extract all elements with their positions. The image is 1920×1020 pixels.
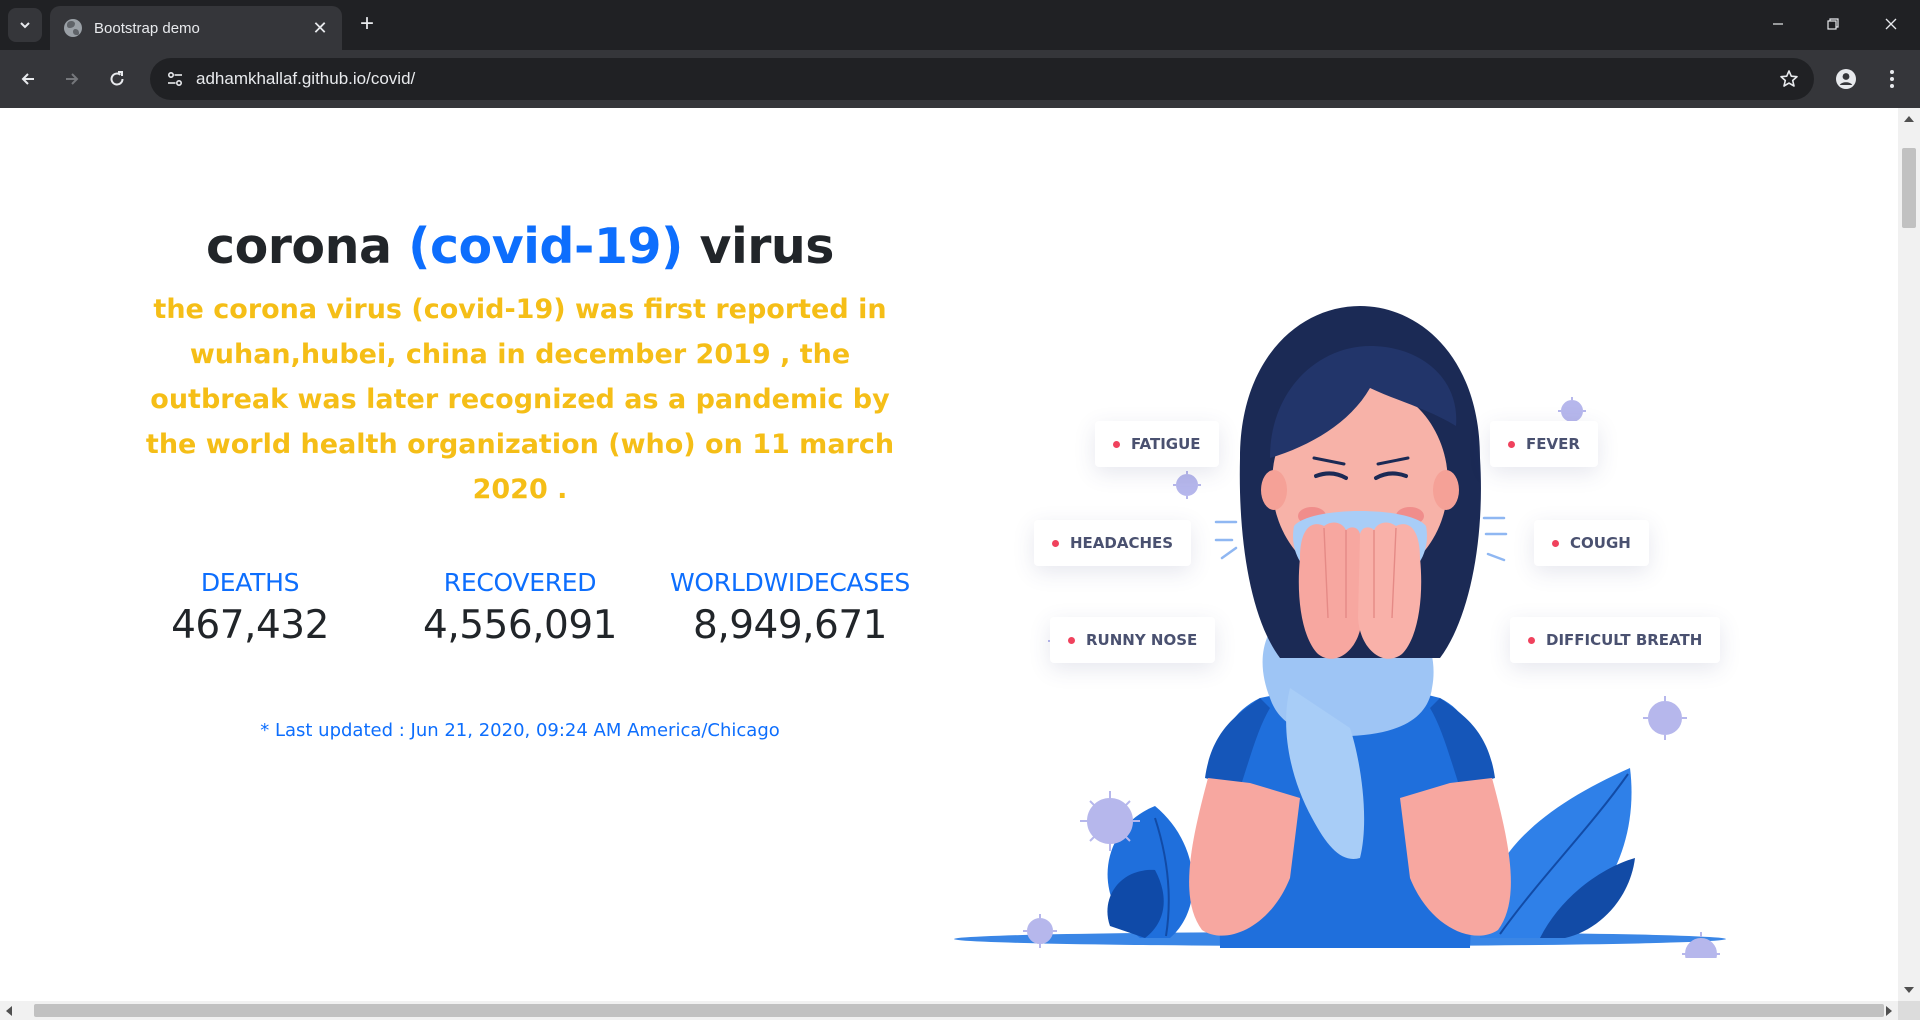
close-window-button[interactable] xyxy=(1871,8,1911,40)
tune-icon xyxy=(167,71,183,87)
title-accent: (covid-19) xyxy=(408,218,683,275)
stat-label: WORLDWIDECASES xyxy=(670,568,910,597)
symptom-label: HEADACHES xyxy=(1070,534,1174,552)
stats-row: DEATHS 467,432 RECOVERED 4,556,091 WORLD… xyxy=(110,568,930,648)
scroll-right-arrow-icon[interactable] xyxy=(1886,1006,1892,1016)
horizontal-scroll-thumb[interactable] xyxy=(34,1004,1884,1017)
symptom-tag-runny-nose: RUNNY NOSE xyxy=(1050,617,1216,663)
scroll-up-arrow-icon[interactable] xyxy=(1904,116,1914,122)
title-part-2: virus xyxy=(682,218,834,275)
browser-toolbar: adhamkhallaf.github.io/covid/ xyxy=(0,50,1920,108)
tab-search-button[interactable] xyxy=(8,8,42,42)
stat-worldwide-cases: WORLDWIDECASES 8,949,671 xyxy=(660,568,920,648)
account-icon xyxy=(1836,69,1856,89)
page-title: corona (covid-19) virus xyxy=(110,218,930,275)
bullet-dot-icon xyxy=(1552,539,1559,547)
scroll-down-arrow-icon[interactable] xyxy=(1904,987,1914,993)
back-button[interactable] xyxy=(12,63,44,95)
stat-label: DEATHS xyxy=(200,568,300,597)
stat-value: 8,949,671 xyxy=(693,603,888,648)
symptom-tag-difficult-breath: DIFFICULT BREATH xyxy=(1510,617,1721,663)
symptom-tag-cough: COUGH xyxy=(1534,520,1649,566)
intro-paragraph: the corona virus (covid-19) was first re… xyxy=(145,294,895,505)
reload-button[interactable] xyxy=(101,63,133,95)
bullet-dot-icon xyxy=(1052,539,1059,547)
stat-value: 4,556,091 xyxy=(423,603,618,648)
title-part-1: corona xyxy=(206,218,409,275)
restore-icon xyxy=(1827,18,1839,30)
arrow-right-icon xyxy=(66,73,79,85)
bullet-dot-icon xyxy=(1528,636,1535,644)
tab-title: Bootstrap demo xyxy=(94,19,200,37)
stat-value: 467,432 xyxy=(171,603,329,648)
last-updated-text: * Last updated : Jun 21, 2020, 09:24 AM … xyxy=(260,720,780,741)
scroll-left-arrow-icon[interactable] xyxy=(6,1006,12,1016)
covid-symptoms-illustration: FATIGUE HEADACHES RUNNY NOSE FEVER COUGH… xyxy=(940,258,1760,958)
bookmark-button[interactable] xyxy=(1776,66,1802,92)
stat-recovered: RECOVERED 4,556,091 xyxy=(390,568,650,648)
address-bar[interactable]: adhamkhallaf.github.io/covid/ xyxy=(150,58,1814,100)
close-icon xyxy=(1885,18,1897,30)
symptom-tag-headaches: HEADACHES xyxy=(1034,520,1192,566)
symptom-label: FEVER xyxy=(1526,435,1580,453)
star-icon xyxy=(1780,70,1798,87)
browser-menu-button[interactable] xyxy=(1878,63,1906,95)
tab-bar: Bootstrap demo ✕ + xyxy=(0,0,1920,50)
scrollbar-corner xyxy=(1898,1001,1920,1020)
globe-icon xyxy=(64,19,82,37)
restore-button[interactable] xyxy=(1813,8,1853,40)
page-viewport: corona (covid-19) virus the corona virus… xyxy=(0,108,1898,1001)
symptom-tag-fatigue: FATIGUE xyxy=(1095,421,1219,467)
new-tab-button[interactable]: + xyxy=(354,12,380,38)
symptom-label: FATIGUE xyxy=(1131,435,1201,453)
forward-button[interactable] xyxy=(56,63,88,95)
sick-woman-illustration xyxy=(954,306,1726,958)
symptom-tag-fever: FEVER xyxy=(1490,421,1598,467)
minimize-icon xyxy=(1773,23,1783,25)
minimize-button[interactable] xyxy=(1758,8,1798,40)
close-tab-icon[interactable]: ✕ xyxy=(310,18,330,39)
horizontal-scrollbar[interactable] xyxy=(0,1001,1898,1020)
bullet-dot-icon xyxy=(1508,440,1515,448)
bullet-dot-icon xyxy=(1113,440,1120,448)
more-vert-icon xyxy=(1890,70,1894,88)
reload-icon xyxy=(110,71,124,86)
stat-deaths: DEATHS 467,432 xyxy=(120,568,380,648)
hero-text-section: corona (covid-19) virus the corona virus… xyxy=(110,218,930,741)
stat-label: RECOVERED xyxy=(443,568,597,597)
url-text[interactable]: adhamkhallaf.github.io/covid/ xyxy=(196,69,415,89)
vertical-scrollbar[interactable] xyxy=(1898,108,1920,1001)
arrow-left-icon xyxy=(21,73,34,85)
vertical-scroll-thumb[interactable] xyxy=(1902,148,1916,228)
bullet-dot-icon xyxy=(1068,636,1075,644)
profile-button[interactable] xyxy=(1830,63,1862,95)
site-info-button[interactable] xyxy=(160,64,190,94)
browser-tab[interactable]: Bootstrap demo ✕ xyxy=(50,6,342,50)
chevron-down-icon xyxy=(20,22,30,29)
symptom-label: DIFFICULT BREATH xyxy=(1546,631,1703,649)
symptom-label: COUGH xyxy=(1570,534,1631,552)
symptom-label: RUNNY NOSE xyxy=(1086,631,1198,649)
